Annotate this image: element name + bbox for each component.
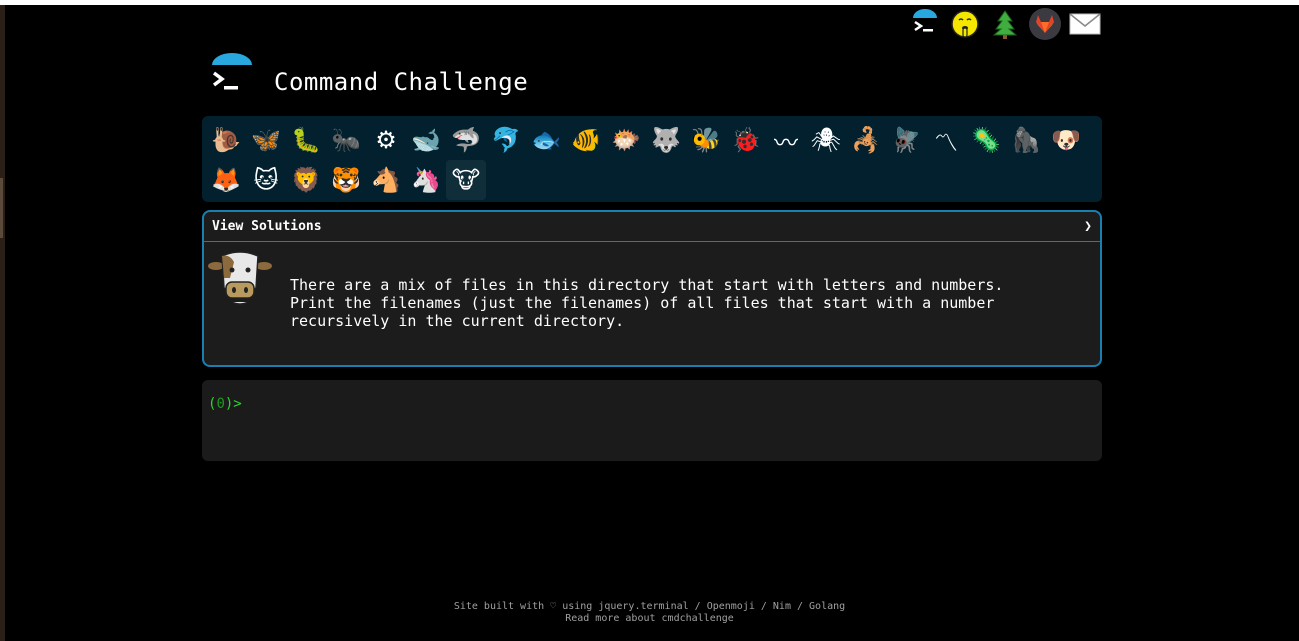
terminal-input[interactable]: (0)> bbox=[202, 380, 1102, 461]
terminal-icon bbox=[913, 9, 937, 32]
challenge-fox-icon[interactable]: 🦊 bbox=[206, 160, 246, 200]
challenge-unicorn-icon[interactable]: 🦄 bbox=[406, 160, 446, 200]
challenge-earthworm-icon[interactable]: 〽 bbox=[926, 120, 966, 160]
gitlab-icon bbox=[1036, 15, 1054, 33]
home-link[interactable] bbox=[909, 8, 941, 40]
terminal-prompt: (0)> bbox=[208, 396, 242, 412]
challenge-cat-icon[interactable]: 🐱 bbox=[246, 160, 286, 200]
challenge-row-1: 🐌 🦋 🐛 🐜 ⚙ 🐋 🦈 🐬 🐟 🐠 🐡 🐺 🐝 🐞 〰 🕷 🦂 🪰 〽 🦠 🦍 🐶 bbox=[206, 120, 1100, 160]
hint-link[interactable] bbox=[949, 8, 981, 40]
chevron-right-icon: ❯ bbox=[1084, 219, 1092, 234]
prompt-close: )> bbox=[224, 396, 242, 412]
top-links bbox=[909, 8, 1101, 40]
about-link[interactable]: Read more about cmdchallenge bbox=[565, 613, 734, 624]
challenge-shark-icon[interactable]: 🦈 bbox=[446, 120, 486, 160]
evergreen-tree-icon bbox=[992, 10, 1018, 39]
prompt-count: 0 bbox=[216, 396, 225, 412]
challenge-blowfish-icon[interactable]: 🐡 bbox=[606, 120, 646, 160]
challenge-spider-icon[interactable]: 🕷 bbox=[806, 120, 846, 160]
challenge-snail-icon[interactable]: 🐌 bbox=[206, 120, 246, 160]
challenge-body: There are a mix of files in this directo… bbox=[204, 242, 1100, 365]
site-logo[interactable] bbox=[206, 53, 254, 101]
challenge-row-2: 🦊 🐱 🦁 🐯 🐴 🦄 🐮 bbox=[206, 160, 1100, 200]
challenge-lion-icon[interactable]: 🦁 bbox=[286, 160, 326, 200]
terminal-logo-icon bbox=[212, 53, 252, 90]
challenge-butterfly-icon[interactable]: 🦋 bbox=[246, 120, 286, 160]
challenge-caterpillar-icon[interactable]: 🐛 bbox=[286, 120, 326, 160]
challenge-fish-icon[interactable]: 🐟 bbox=[526, 120, 566, 160]
challenge-dolphin-icon[interactable]: 🐬 bbox=[486, 120, 526, 160]
challenge-tiger-icon[interactable]: 🐯 bbox=[326, 160, 366, 200]
challenge-ant-icon[interactable]: 🐜 bbox=[326, 120, 366, 160]
challenge-gorilla-icon[interactable]: 🦍 bbox=[1006, 120, 1046, 160]
challenge-fly-icon[interactable]: 🪰 bbox=[886, 120, 926, 160]
challenge-scorpion-icon[interactable]: 🦂 bbox=[846, 120, 886, 160]
challenge-dog-icon[interactable]: 🐶 bbox=[1046, 120, 1086, 160]
challenge-panel: View Solutions ❯ There are a mix of file… bbox=[202, 210, 1102, 367]
challenge-horse-icon[interactable]: 🐴 bbox=[366, 160, 406, 200]
challenge-selector: 🐌 🦋 🐛 🐜 ⚙ 🐋 🦈 🐬 🐟 🐠 🐡 🐺 🐝 🐞 〰 🕷 🦂 🪰 〽 🦠 🦍 🐶 🦊 🐱 🦁 🐯 🐴 🦄 🐮 bbox=[202, 116, 1102, 202]
challenge-description: There are a mix of files in this directo… bbox=[290, 276, 1004, 330]
footer: Site built with ♡ using jquery.terminal … bbox=[0, 601, 1299, 625]
tree-link[interactable] bbox=[989, 8, 1021, 40]
view-solutions-label: View Solutions bbox=[212, 219, 322, 234]
challenge-worm-icon[interactable]: 〰 bbox=[766, 120, 806, 160]
challenge-wolf-icon[interactable]: 🐺 bbox=[646, 120, 686, 160]
challenge-ladybug-icon[interactable]: 🐞 bbox=[726, 120, 766, 160]
cow-icon bbox=[208, 251, 272, 305]
top-window-strip bbox=[0, 0, 1299, 5]
left-edge-handle bbox=[0, 178, 3, 238]
view-solutions-toggle[interactable]: View Solutions ❯ bbox=[204, 212, 1100, 242]
challenge-whale-icon[interactable]: 🐋 bbox=[406, 120, 446, 160]
gitlab-link[interactable] bbox=[1029, 8, 1061, 40]
footer-credits: Site built with ♡ using jquery.terminal … bbox=[453, 601, 846, 612]
page-title: Command Challenge bbox=[274, 68, 529, 96]
shushing-face-icon bbox=[951, 10, 979, 38]
left-window-edge bbox=[0, 5, 5, 641]
challenge-tropical-fish-icon[interactable]: 🐠 bbox=[566, 120, 606, 160]
challenge-cow-icon[interactable]: 🐮 bbox=[446, 160, 486, 200]
envelope-icon bbox=[1069, 13, 1101, 35]
email-link[interactable] bbox=[1069, 8, 1101, 40]
challenge-gear-bug-icon[interactable]: ⚙ bbox=[366, 120, 406, 160]
challenge-bee-icon[interactable]: 🐝 bbox=[686, 120, 726, 160]
challenge-microbe-icon[interactable]: 🦠 bbox=[966, 120, 1006, 160]
